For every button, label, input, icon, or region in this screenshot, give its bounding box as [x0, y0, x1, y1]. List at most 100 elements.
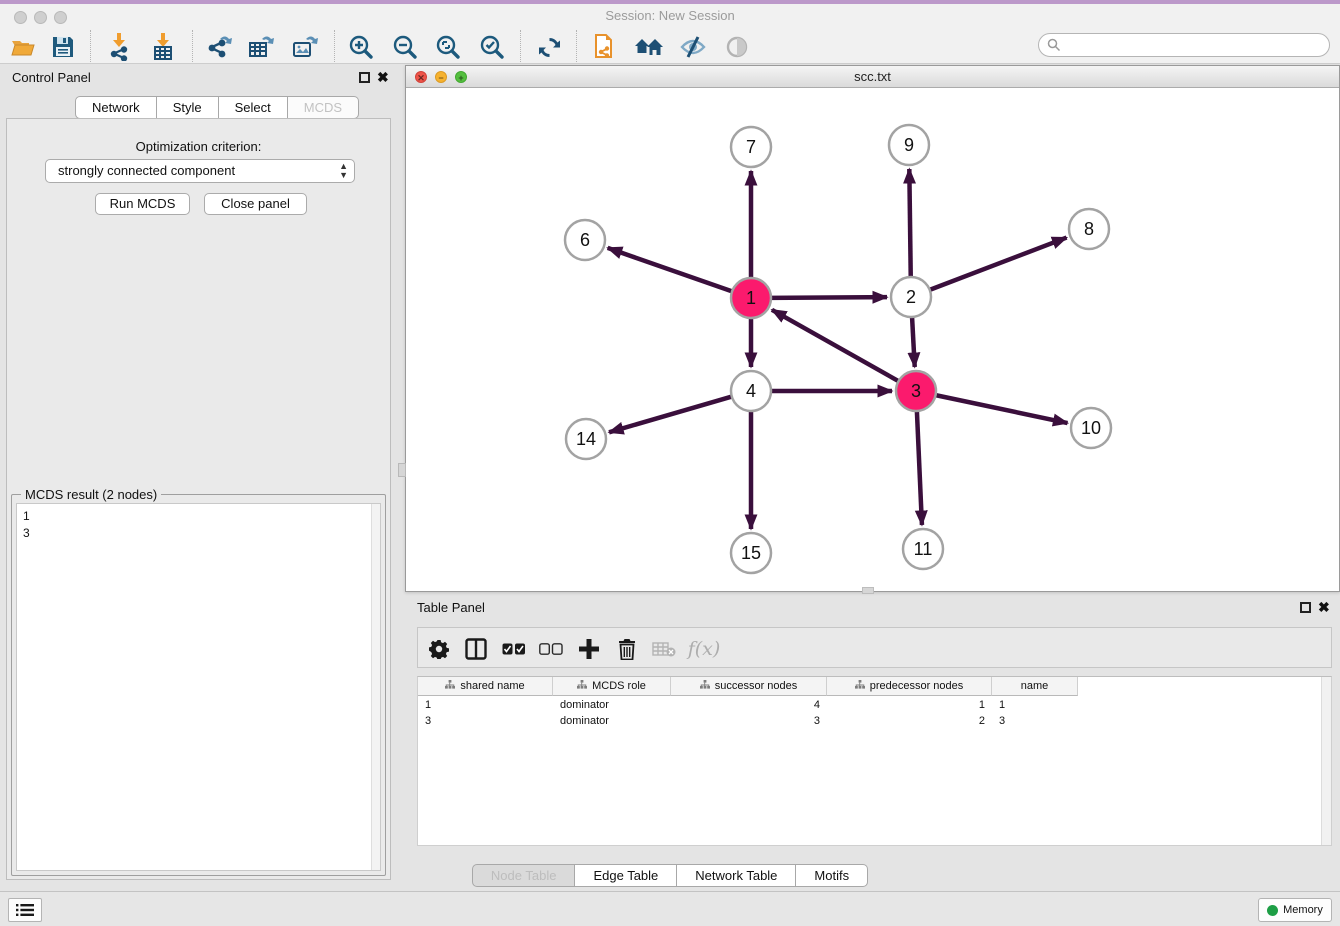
edge-3-11[interactable]: [917, 411, 922, 525]
node-8[interactable]: 8: [1069, 209, 1109, 249]
task-history-button[interactable]: [8, 898, 42, 922]
cell-shared-name[interactable]: 1: [418, 697, 553, 713]
node-1[interactable]: 1: [731, 278, 771, 318]
save-session-icon[interactable]: [48, 32, 78, 62]
column-header-successor-nodes[interactable]: successor nodes: [671, 677, 827, 696]
gear-icon[interactable]: [424, 634, 454, 664]
cell-predecessor-nodes[interactable]: 1: [827, 697, 992, 713]
node-15[interactable]: 15: [731, 533, 771, 573]
column-header-shared-name[interactable]: shared name: [418, 677, 553, 696]
node-7[interactable]: 7: [731, 127, 771, 167]
edge-2-8[interactable]: [930, 238, 1067, 290]
cell-name[interactable]: 3: [992, 713, 1078, 729]
import-table-icon[interactable]: [148, 32, 178, 62]
edge-3-10[interactable]: [936, 395, 1068, 423]
cell-predecessor-nodes[interactable]: 2: [827, 713, 992, 729]
svg-text:1: 1: [746, 288, 756, 308]
node-14[interactable]: 14: [566, 419, 606, 459]
delete-table-icon: [649, 634, 679, 664]
eye-slash-icon[interactable]: [678, 32, 708, 62]
table-header-row[interactable]: shared nameMCDS rolesuccessor nodesprede…: [418, 677, 1078, 696]
tab-network-table[interactable]: Network Table: [677, 864, 796, 887]
node-10[interactable]: 10: [1071, 408, 1111, 448]
close-table-panel-button[interactable]: ✖: [1318, 602, 1330, 613]
edge-1-2[interactable]: [771, 297, 887, 298]
network-canvas[interactable]: 1 2 3 4 6 7 8 9 10 11 14 15: [406, 89, 1339, 591]
table-scrollbar[interactable]: [1321, 677, 1331, 845]
open-session-icon[interactable]: [8, 32, 38, 62]
column-header-name[interactable]: name: [992, 677, 1078, 696]
network-titlebar[interactable]: ✕ − + scc.txt: [406, 66, 1339, 88]
optimization-criterion-value: strongly connected component: [58, 163, 235, 178]
cell-MCDS-role[interactable]: dominator: [553, 713, 671, 729]
zoom-out-icon[interactable]: [390, 32, 420, 62]
clone-network-icon[interactable]: [590, 32, 620, 62]
close-panel-button[interactable]: ✖: [377, 72, 389, 83]
node-9[interactable]: 9: [889, 125, 929, 165]
chevron-up-down-icon: ▲▼: [339, 162, 348, 180]
tab-node-table[interactable]: Node Table: [472, 864, 576, 887]
node-3[interactable]: 3: [896, 371, 936, 411]
unchecked-boxes-icon[interactable]: [536, 634, 566, 664]
memory-label: Memory: [1283, 904, 1323, 916]
mcds-result-text[interactable]: 1 3: [16, 503, 381, 871]
table-body[interactable]: 1dominator4113dominator323: [418, 697, 1078, 729]
table-toolbar: f(x): [417, 627, 1332, 668]
plus-icon[interactable]: [574, 634, 604, 664]
trash-icon[interactable]: [612, 634, 642, 664]
tab-motifs[interactable]: Motifs: [796, 864, 868, 887]
node-2[interactable]: 2: [891, 277, 931, 317]
mcds-result-group: MCDS result (2 nodes) 1 3: [11, 494, 386, 876]
search-input[interactable]: [1038, 33, 1330, 57]
checked-boxes-icon[interactable]: [499, 634, 529, 664]
float-table-panel-button[interactable]: [1300, 602, 1311, 613]
tree-icon: [700, 680, 710, 692]
split-columns-icon[interactable]: [461, 634, 491, 664]
zoom-in-icon[interactable]: [346, 32, 376, 62]
node-6[interactable]: 6: [565, 220, 605, 260]
svg-text:10: 10: [1081, 418, 1101, 438]
cell-successor-nodes[interactable]: 4: [671, 697, 827, 713]
column-header-MCDS-role[interactable]: MCDS role: [553, 677, 671, 696]
edge-4-14[interactable]: [609, 397, 732, 433]
zoom-selected-icon[interactable]: [477, 32, 507, 62]
refresh-icon[interactable]: [534, 32, 564, 62]
home-icon[interactable]: [634, 32, 664, 62]
tab-select[interactable]: Select: [219, 96, 288, 119]
zoom-fit-icon[interactable]: [433, 32, 463, 62]
import-network-icon[interactable]: [104, 32, 134, 62]
tab-network[interactable]: Network: [75, 96, 157, 119]
cell-successor-nodes[interactable]: 3: [671, 713, 827, 729]
tab-style[interactable]: Style: [157, 96, 219, 119]
float-panel-button[interactable]: [359, 72, 370, 83]
network-graph[interactable]: 1 2 3 4 6 7 8 9 10 11 14 15: [406, 89, 1339, 591]
node-11[interactable]: 11: [903, 529, 943, 569]
toolbar-separator: [520, 30, 521, 62]
splitter-grip-vertical[interactable]: [398, 463, 406, 477]
table-row[interactable]: 3dominator323: [418, 713, 1078, 729]
table-row[interactable]: 1dominator411: [418, 697, 1078, 713]
memory-button[interactable]: Memory: [1258, 898, 1332, 922]
optimization-criterion-select[interactable]: strongly connected component ▲▼: [45, 159, 355, 183]
edge-2-9[interactable]: [909, 169, 910, 277]
column-header-predecessor-nodes[interactable]: predecessor nodes: [827, 677, 992, 696]
export-image-icon[interactable]: [290, 32, 320, 62]
export-table-icon[interactable]: [246, 32, 276, 62]
node-4[interactable]: 4: [731, 371, 771, 411]
export-network-icon[interactable]: [204, 32, 234, 62]
result-scrollbar[interactable]: [371, 504, 380, 870]
svg-text:8: 8: [1084, 219, 1094, 239]
edge-3-1[interactable]: [772, 310, 899, 381]
run-mcds-button[interactable]: Run MCDS: [95, 193, 190, 215]
tab-edge-table[interactable]: Edge Table: [575, 864, 677, 887]
toolbar-separator: [334, 30, 335, 62]
edge-2-3[interactable]: [912, 317, 915, 367]
cell-name[interactable]: 1: [992, 697, 1078, 713]
node-table[interactable]: shared nameMCDS rolesuccessor nodesprede…: [417, 676, 1332, 846]
cell-MCDS-role[interactable]: dominator: [553, 697, 671, 713]
edge-1-6[interactable]: [608, 248, 732, 291]
close-panel-button[interactable]: Close panel: [204, 193, 307, 215]
splitter-grip-horizontal[interactable]: [862, 587, 874, 594]
tab-mcds[interactable]: MCDS: [288, 96, 359, 119]
cell-shared-name[interactable]: 3: [418, 713, 553, 729]
